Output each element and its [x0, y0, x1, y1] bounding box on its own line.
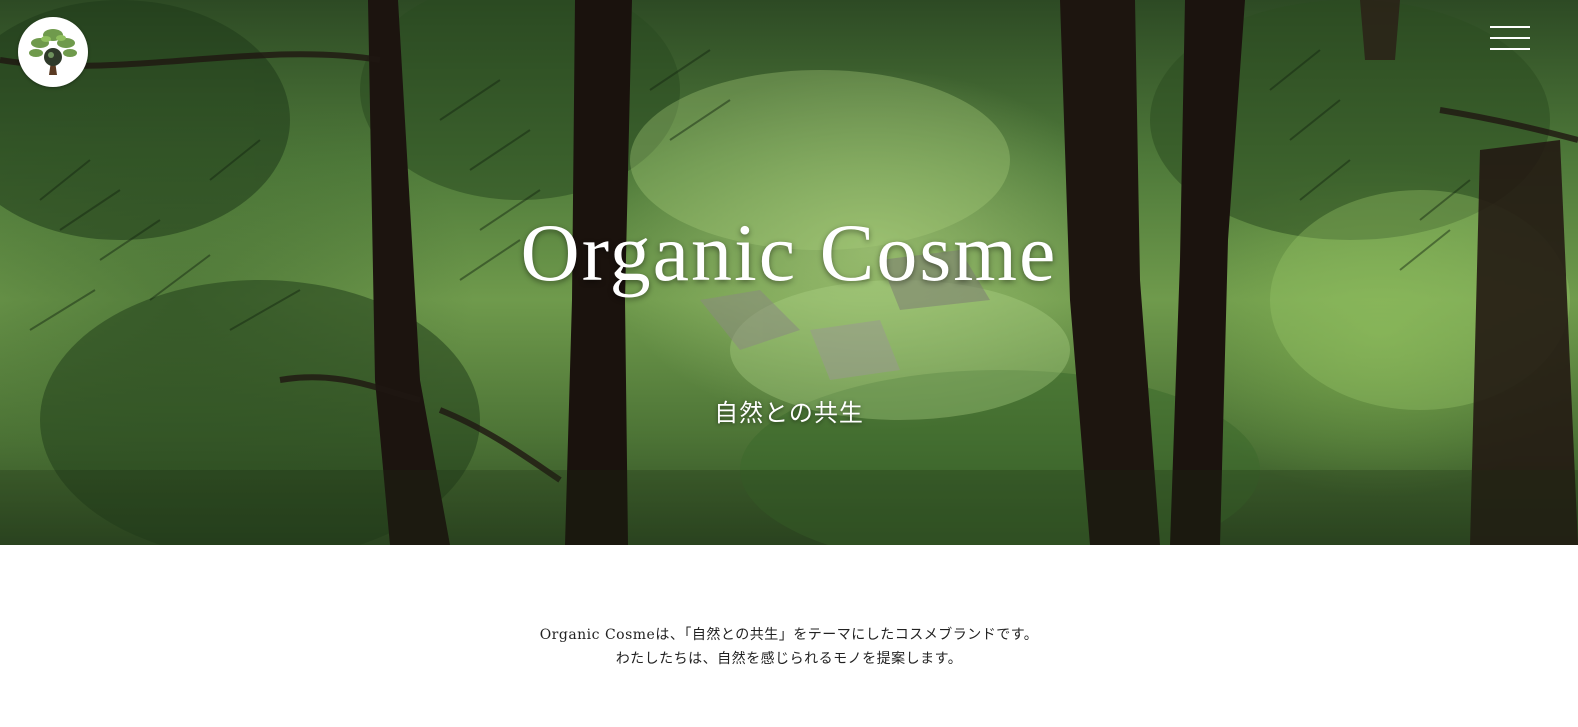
hamburger-icon-bar-top [1490, 26, 1530, 28]
intro-text-line-2: わたしたちは、自然を感じられるモノを提案します。 [615, 651, 963, 667]
hamburger-icon-bar-middle [1490, 37, 1530, 39]
logo-button[interactable] [18, 17, 88, 87]
intro-text-line-1: Organic Cosmeは、「自然との共生」をテーマにしたコスメブランドです。 [539, 627, 1039, 643]
hero-subtitle: 自然との共生 [714, 399, 864, 427]
hero-title: Organic Cosme [520, 207, 1058, 298]
hero-section: Organic Cosme 自然との共生 [0, 0, 1578, 545]
intro-section: Organic Cosmeは、「自然との共生」をテーマにしたコスメブランドです。… [0, 545, 1578, 727]
tree-globe-icon [29, 29, 77, 75]
hamburger-menu-button[interactable] [1490, 25, 1532, 51]
hamburger-icon-bar-bottom [1490, 48, 1530, 50]
